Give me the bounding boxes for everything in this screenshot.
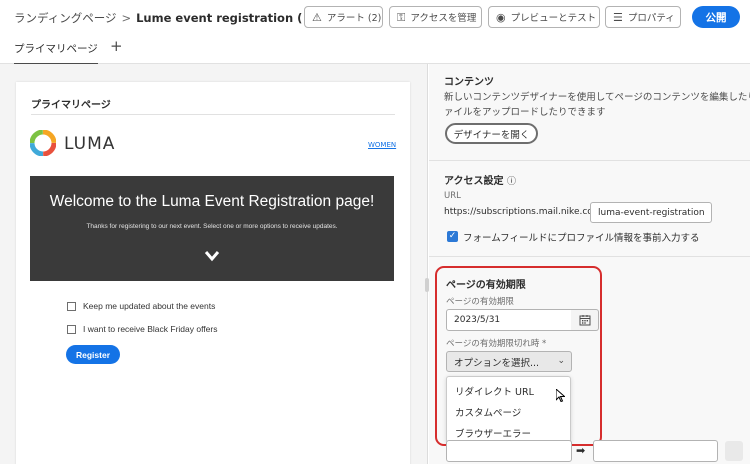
register-button[interactable]: Register <box>66 345 120 364</box>
delete-icon[interactable] <box>725 441 743 461</box>
breadcrumb-root[interactable]: ランディングページ <box>14 11 116 25</box>
divider <box>31 114 395 115</box>
page-tabs: プライマリページ + <box>0 34 750 65</box>
properties-button[interactable]: ☰ プロパティ <box>605 6 681 28</box>
option-blackfriday-checkbox[interactable]: I want to receive Black Friday offers <box>67 324 217 334</box>
manage-access-button[interactable]: ⚿ アクセスを管理 <box>389 6 482 28</box>
content-section-title: コンテンツ <box>444 77 494 88</box>
properties-icon: ☰ <box>613 10 623 24</box>
hero-banner: Welcome to the Luma Event Registration p… <box>30 176 394 281</box>
checkbox-icon <box>67 324 76 334</box>
hero-title: Welcome to the Luma Event Registration p… <box>49 193 375 210</box>
key-icon: ⚿ <box>397 10 406 24</box>
content-description-line1: 新しいコンテンツデザイナーを使用してページのコンテンツを編集したり、 <box>444 92 750 103</box>
redirect-target-input[interactable] <box>593 440 718 462</box>
top-bar: ランディングページ > Lume event registration (ドラフト)… <box>0 0 750 34</box>
breadcrumb-separator: > <box>121 11 132 25</box>
open-designer-button[interactable]: デザイナーを開く <box>445 123 538 144</box>
redirect-source-input[interactable] <box>446 440 572 462</box>
url-slug-input[interactable]: luma-event-registration <box>590 202 712 223</box>
page-canvas: プライマリページ LUMA WOMEN Welcome to the Luma … <box>0 64 428 464</box>
arrow-right-icon: ➡ <box>576 444 586 457</box>
preview-test-button[interactable]: ◉ プレビューとテスト <box>488 6 600 28</box>
info-icon[interactable]: ⓘ <box>507 177 516 187</box>
breadcrumb: ランディングページ > Lume event registration (ドラフト) <box>14 10 354 26</box>
url-label: URL <box>444 191 461 201</box>
divider <box>429 256 750 257</box>
checkbox-icon <box>67 301 76 311</box>
divider <box>429 160 750 161</box>
prefill-checkbox[interactable]: ✓ <box>447 231 458 242</box>
add-tab-button[interactable]: + <box>110 37 123 55</box>
alerts-button[interactable]: ⚠ アラート (2) <box>304 6 383 28</box>
tab-primary-page[interactable]: プライマリページ <box>14 41 98 65</box>
eye-icon: ◉ <box>496 10 506 24</box>
chevron-down-icon <box>204 251 220 262</box>
hero-subtitle: Thanks for registering to our next event… <box>86 223 338 230</box>
nav-link-women[interactable]: WOMEN <box>368 141 396 149</box>
prefill-checkbox-label: フォームフィールドにプロファイル情報を事前入力する <box>463 233 700 244</box>
page-preview: プライマリページ LUMA WOMEN Welcome to the Luma … <box>16 82 410 464</box>
content-description-line2: ァイルをアップロードしたりできます <box>444 107 606 118</box>
preview-section-title: プライマリページ <box>31 100 111 111</box>
luma-logo-icon <box>30 130 56 156</box>
option-events-checkbox[interactable]: Keep me updated about the events <box>67 301 215 311</box>
access-section-title: アクセス設定 ⓘ <box>444 176 516 187</box>
alert-icon: ⚠ <box>312 10 322 24</box>
highlight-annotation <box>435 266 602 446</box>
publish-button[interactable]: 公開 <box>692 6 740 28</box>
brand-name: LUMA <box>64 134 116 154</box>
